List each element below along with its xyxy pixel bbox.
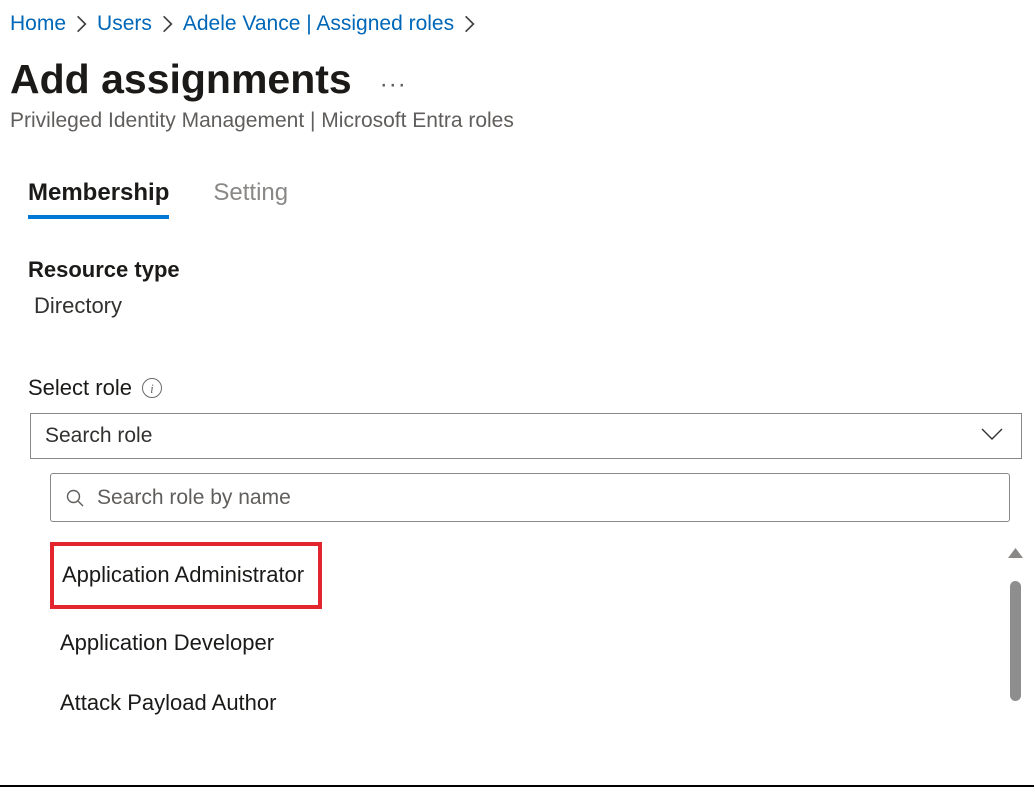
more-actions-icon[interactable]: ··· <box>380 61 407 99</box>
tab-setting[interactable]: Setting <box>213 179 288 219</box>
scroll-thumb[interactable] <box>1010 581 1021 701</box>
breadcrumb-user-roles[interactable]: Adele Vance | Assigned roles <box>183 12 454 36</box>
form-section: Resource type Directory Select role i Se… <box>10 257 1024 734</box>
tab-membership[interactable]: Membership <box>28 179 169 219</box>
breadcrumb-users[interactable]: Users <box>97 12 152 36</box>
breadcrumb: Home Users Adele Vance | Assigned roles <box>10 12 1024 36</box>
role-search-input[interactable] <box>97 486 995 510</box>
role-select[interactable]: Search role <box>30 413 1022 459</box>
chevron-right-icon <box>76 15 87 33</box>
role-search-box[interactable] <box>50 473 1010 522</box>
role-option-attack-payload-author[interactable]: Attack Payload Author <box>50 673 1002 734</box>
breadcrumb-home[interactable]: Home <box>10 12 66 36</box>
chevron-right-icon <box>464 15 475 33</box>
page-title: Add assignments <box>10 56 352 103</box>
chevron-down-icon <box>981 424 1003 448</box>
scrollbar[interactable] <box>1006 542 1024 734</box>
select-role-label-row: Select role i <box>28 375 1024 401</box>
role-options-list: Application Administrator Application De… <box>50 542 1006 734</box>
tabs: Membership Setting <box>10 179 1024 219</box>
role-select-placeholder: Search role <box>45 424 152 448</box>
info-icon[interactable]: i <box>142 378 162 398</box>
role-dropdown-panel: Application Administrator Application De… <box>28 473 1024 734</box>
role-option-application-administrator[interactable]: Application Administrator <box>50 542 322 609</box>
select-role-label: Select role <box>28 375 132 401</box>
resource-type-label: Resource type <box>28 257 1024 283</box>
scroll-up-icon[interactable] <box>1008 545 1023 563</box>
search-icon <box>65 488 85 508</box>
role-options-wrap: Application Administrator Application De… <box>50 542 1024 734</box>
chevron-right-icon <box>162 15 173 33</box>
page-subtitle: Privileged Identity Management | Microso… <box>10 109 1024 133</box>
role-option-application-developer[interactable]: Application Developer <box>50 613 1002 674</box>
title-row: Add assignments ··· <box>10 56 1024 103</box>
resource-type-value: Directory <box>28 293 1024 319</box>
